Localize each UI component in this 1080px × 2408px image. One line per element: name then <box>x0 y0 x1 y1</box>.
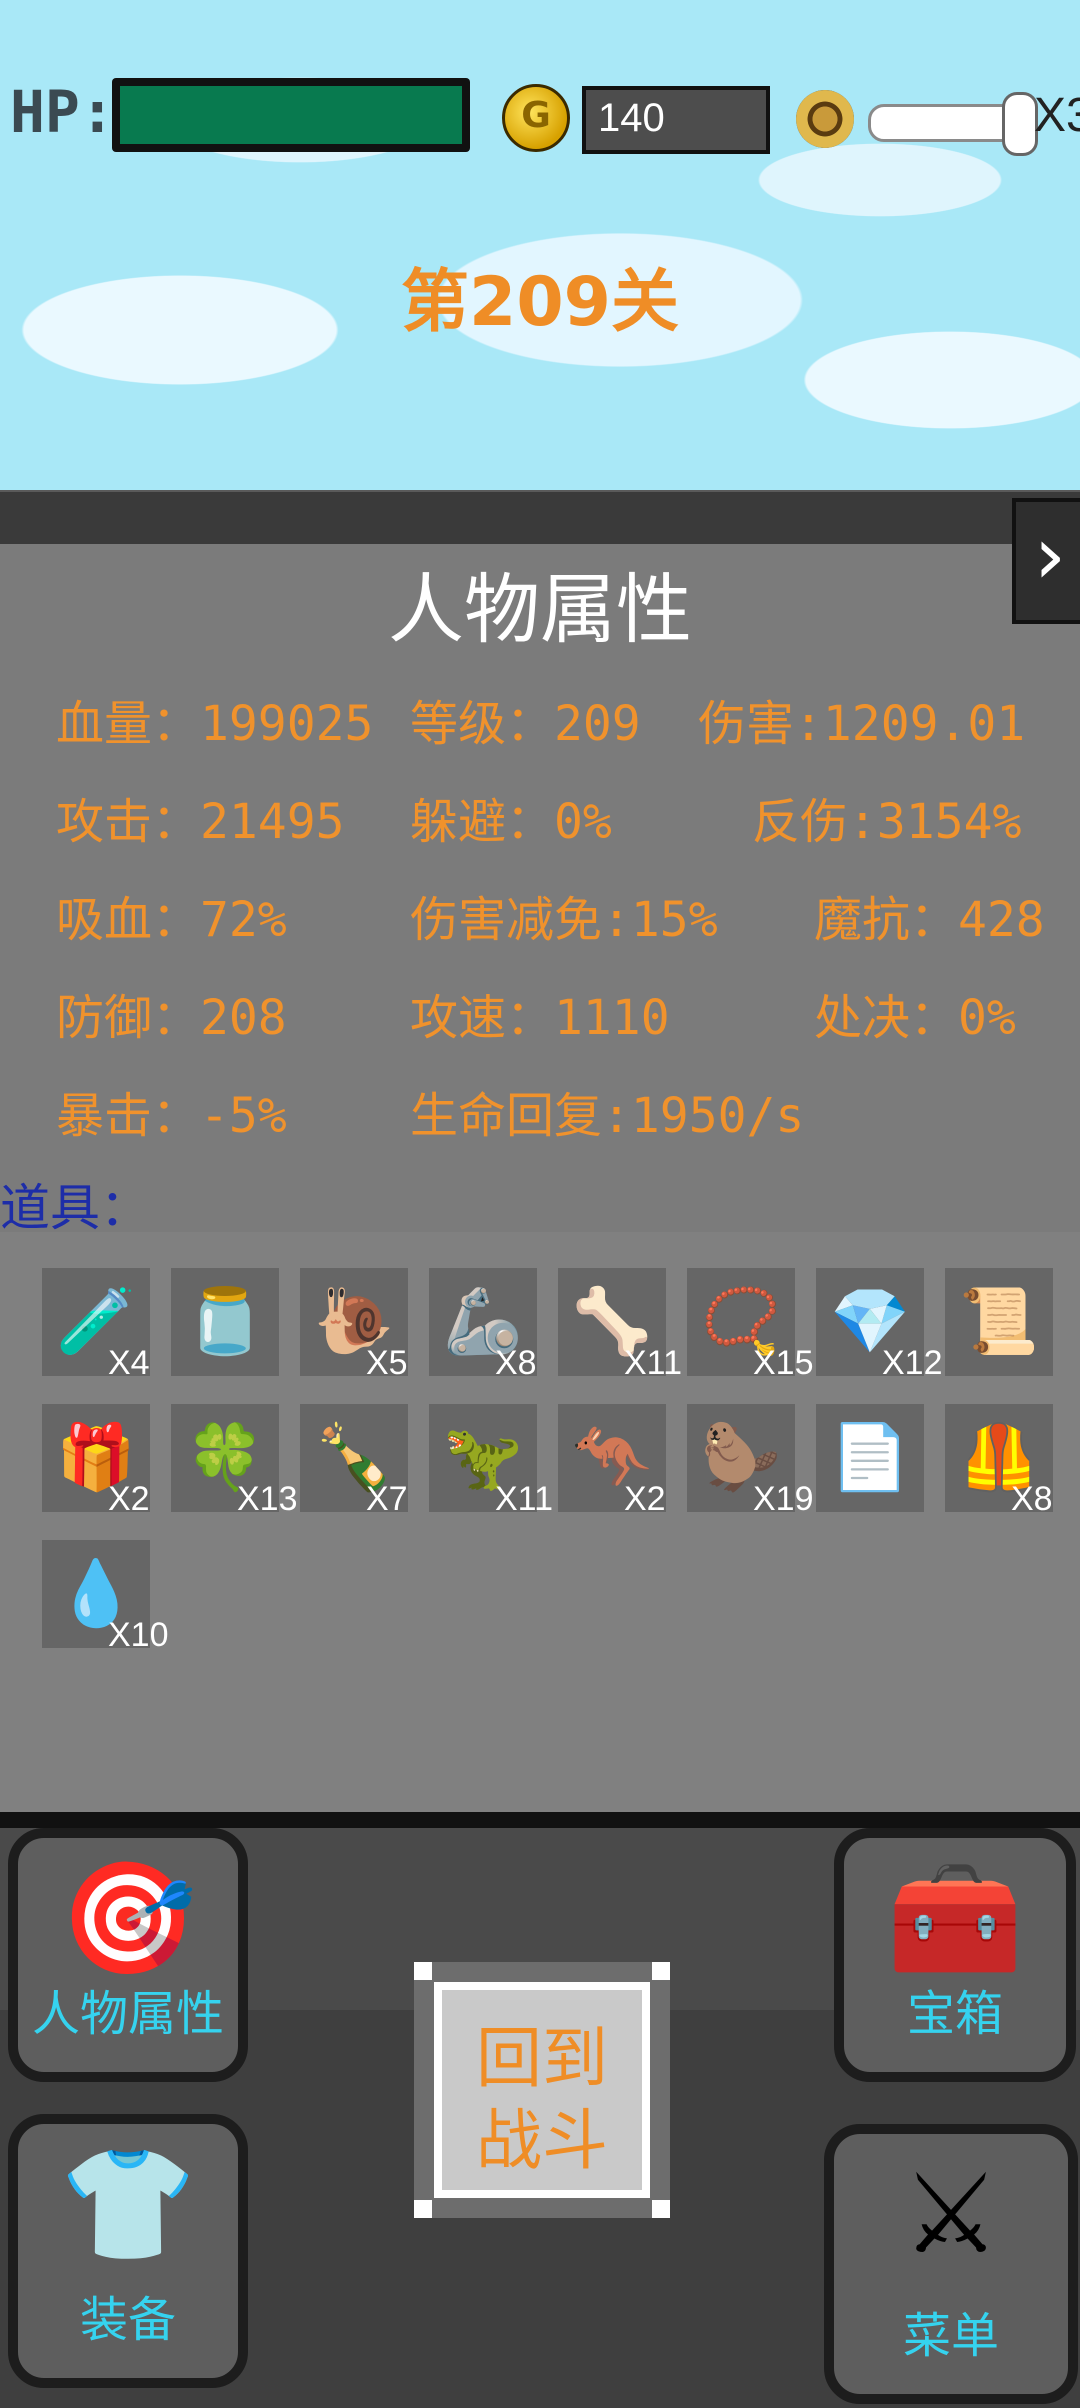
corner-marker <box>652 1962 670 1980</box>
hp-bar-fill <box>120 86 462 144</box>
item-slot-ruby-necklace[interactable]: 💎 X12 <box>816 1268 943 1382</box>
speed-slider-track[interactable] <box>868 104 1024 142</box>
item-quantity: X2 <box>108 1480 150 1518</box>
item-quantity: X10 <box>108 1616 169 1654</box>
stat-level: 等级：209 <box>410 696 641 752</box>
coin-value: 140 <box>598 96 665 140</box>
sky-background <box>0 0 1080 490</box>
back-to-battle-button[interactable]: 回到 战斗 <box>414 1962 670 2218</box>
coin-counter: 140 <box>582 86 770 154</box>
green-jar-icon: 🫙 <box>185 1285 265 1359</box>
item-slot-green-kangaroo[interactable]: 🦘 X2 <box>558 1404 666 1518</box>
equipment-nav-label: 装备 <box>79 2292 176 2348</box>
item-quantity: X11 <box>624 1344 682 1382</box>
item-quantity: X11 <box>495 1480 553 1518</box>
stat-crit: 暴击：-5% <box>56 1088 287 1144</box>
item-slot-brown-beast[interactable]: 🦫 X19 <box>687 1404 814 1518</box>
chest-nav-label: 宝箱 <box>906 1986 1003 2042</box>
stat-dodge: 躲避：0% <box>410 794 612 850</box>
stat-reflect: 反伤:3154% <box>752 794 1022 850</box>
item-slot-clover[interactable]: 🍀 X13 <box>171 1404 298 1518</box>
hp-label: HP: <box>10 78 115 146</box>
item-slot-green-jar[interactable]: 🫙 <box>171 1268 279 1376</box>
back-to-battle-label: 回到 战斗 <box>476 2020 608 2179</box>
chest-icon: 🧰 <box>886 1854 1024 1982</box>
stat-execute: 处决：0% <box>814 990 1016 1046</box>
item-slot-emerald-necklace[interactable]: 📿 X15 <box>687 1268 814 1382</box>
stat-damage: 伤害:1209.01 <box>698 696 1026 752</box>
stat-defense: 防御：208 <box>56 990 287 1046</box>
bottom-divider <box>0 1812 1080 1828</box>
stat-regen: 生命回复:1950/s <box>410 1088 805 1144</box>
attributes-nav-button[interactable]: 🎯 人物属性 <box>8 1828 248 2082</box>
corner-marker <box>414 2200 432 2218</box>
panel-header-bar <box>0 492 1080 544</box>
stat-attack-speed: 攻速：1110 <box>410 990 670 1046</box>
shirt-icon: 👕 <box>59 2140 197 2268</box>
crossed-swords-icon: ⚔ <box>901 2150 1001 2278</box>
stat-attack: 攻击：21495 <box>56 794 345 850</box>
items-label: 道具： <box>0 1179 150 1237</box>
item-slot-golden-claw[interactable]: 🦴 X11 <box>558 1268 682 1382</box>
gear-icon <box>796 90 854 148</box>
speed-slider-knob[interactable] <box>1002 92 1038 156</box>
item-quantity: X19 <box>753 1480 814 1518</box>
item-quantity: X13 <box>237 1480 298 1518</box>
item-quantity: X8 <box>1011 1480 1053 1518</box>
item-quantity: X4 <box>108 1344 150 1382</box>
item-quantity: X12 <box>882 1344 943 1382</box>
item-slot-gauntlet[interactable]: 🦾 X8 <box>429 1268 537 1382</box>
attributes-nav-label: 人物属性 <box>31 1986 224 2042</box>
item-slot-pink-dino[interactable]: 🦖 X11 <box>429 1404 553 1518</box>
paper-icon: 📄 <box>830 1421 910 1495</box>
corner-marker <box>414 1962 432 1980</box>
corner-marker <box>652 2200 670 2218</box>
stat-magic-resist: 魔抗：428 <box>814 892 1045 948</box>
menu-nav-button[interactable]: ⚔ 菜单 <box>824 2124 1078 2404</box>
hp-bar <box>112 78 470 152</box>
item-quantity: X15 <box>753 1344 814 1382</box>
item-slot-red-potion[interactable]: 🧪 X4 <box>42 1268 150 1382</box>
item-quantity: X2 <box>624 1480 666 1518</box>
item-quantity: X8 <box>495 1344 537 1382</box>
level-title: 第209关 <box>401 263 679 342</box>
back-to-battle-face: 回到 战斗 <box>434 1982 650 2198</box>
item-slot-green-bottle[interactable]: 🍾 X7 <box>300 1404 408 1518</box>
stat-hp: 血量：199025 <box>56 696 374 752</box>
item-slot-snail[interactable]: 🐌 X5 <box>300 1268 408 1382</box>
item-slot-armor[interactable]: 🦺 X8 <box>945 1404 1053 1518</box>
chest-nav-button[interactable]: 🧰 宝箱 <box>834 1828 1076 2082</box>
equipment-nav-button[interactable]: 👕 装备 <box>8 2114 248 2388</box>
menu-nav-label: 菜单 <box>902 2308 999 2364</box>
item-quantity: X5 <box>366 1344 408 1382</box>
coin-icon: G <box>502 84 570 152</box>
item-slot-green-gem[interactable]: 💧 X10 <box>42 1540 169 1654</box>
stat-damage-reduction: 伤害减免:15% <box>410 892 718 948</box>
scarecrow-icon: 🎯 <box>59 1854 197 1982</box>
attributes-title: 人物属性 <box>388 565 692 654</box>
stat-lifesteal: 吸血：72% <box>56 892 287 948</box>
item-slot-scroll[interactable]: 📜 <box>945 1268 1053 1376</box>
item-slot-gift-box[interactable]: 🎁 X2 <box>42 1404 150 1518</box>
item-slot-paper[interactable]: 📄 <box>816 1404 924 1512</box>
item-quantity: X7 <box>366 1480 408 1518</box>
scroll-icon: 📜 <box>959 1285 1039 1359</box>
speed-label: X3 <box>1034 89 1080 142</box>
